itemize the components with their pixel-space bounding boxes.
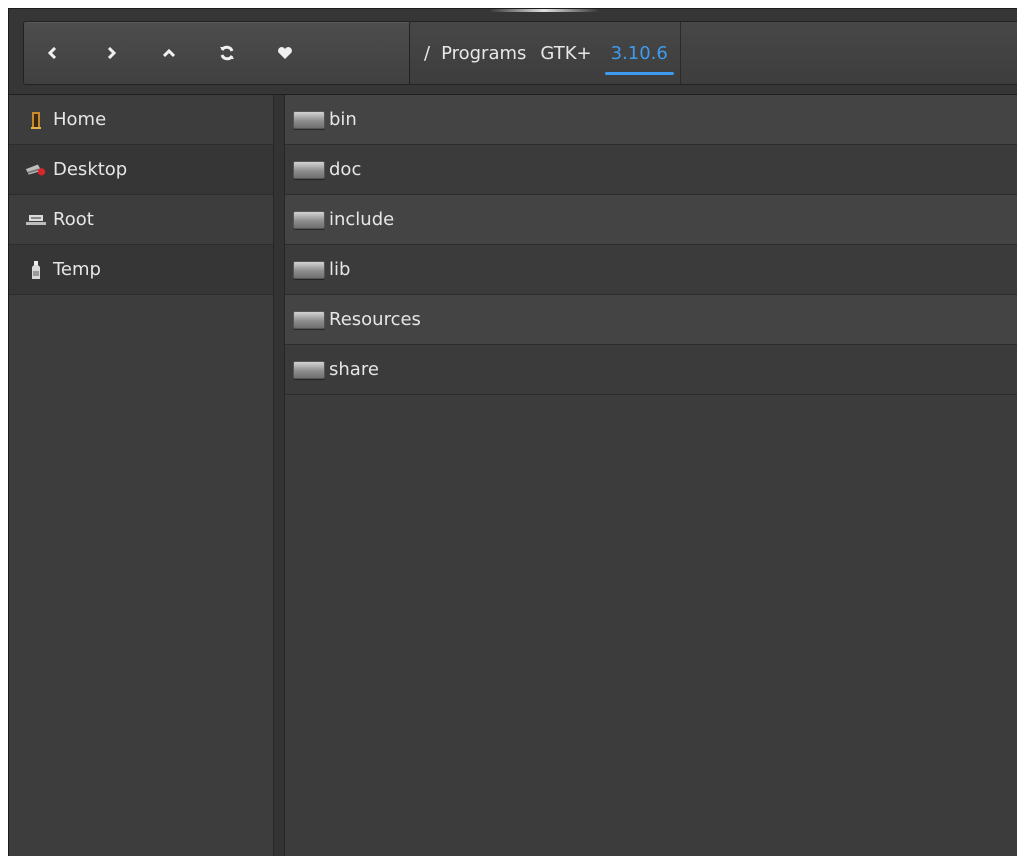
list-item[interactable]: doc (285, 145, 1017, 195)
breadcrumb-root[interactable]: / (410, 22, 434, 84)
file-name: bin (329, 109, 357, 130)
temp-bottle-icon (25, 259, 47, 281)
forward-button[interactable] (82, 22, 140, 84)
heart-icon (278, 47, 292, 59)
sidebar-item-root[interactable]: Root (9, 195, 273, 245)
window-glint (489, 9, 599, 12)
file-name: lib (329, 259, 351, 280)
refresh-button[interactable] (198, 22, 256, 84)
refresh-icon (220, 45, 234, 61)
breadcrumb-current-version[interactable]: 3.10.6 (599, 22, 681, 84)
list-item[interactable]: include (285, 195, 1017, 245)
list-item[interactable]: bin (285, 95, 1017, 145)
sidebar-item-label: Desktop (53, 159, 128, 180)
file-name: include (329, 209, 395, 230)
folder-icon (293, 160, 325, 179)
folder-icon (293, 360, 325, 379)
folder-icon (293, 110, 325, 129)
list-item[interactable]: share (285, 345, 1017, 395)
back-button[interactable] (24, 22, 82, 84)
sidebar-item-label: Temp (53, 259, 101, 280)
chevron-up-icon (163, 48, 175, 58)
home-icon (25, 109, 47, 131)
file-manager-window: / Programs GTK+ 3.10.6 Home Desktop Root (8, 8, 1017, 856)
toolbar: / Programs GTK+ 3.10.6 (9, 9, 1017, 95)
navigation-button-group (23, 21, 411, 85)
pane-divider[interactable] (274, 95, 285, 856)
folder-icon (293, 210, 325, 229)
list-item[interactable]: lib (285, 245, 1017, 295)
favorite-button[interactable] (256, 22, 314, 84)
sidebar-item-desktop[interactable]: Desktop (9, 145, 273, 195)
path-bar: / Programs GTK+ 3.10.6 (409, 21, 1017, 85)
up-button[interactable] (140, 22, 198, 84)
sidebar-item-label: Root (53, 209, 94, 230)
file-name: doc (329, 159, 362, 180)
file-list: bin doc include lib Resources share (285, 95, 1017, 856)
chevron-left-icon (48, 47, 57, 59)
folder-icon (293, 260, 325, 279)
folder-icon (293, 310, 325, 329)
root-drive-icon (25, 209, 47, 231)
sidebar-item-home[interactable]: Home (9, 95, 273, 145)
desktop-icon (25, 159, 47, 181)
sidebar-item-temp[interactable]: Temp (9, 245, 273, 295)
breadcrumb-programs[interactable]: Programs (434, 22, 533, 84)
breadcrumb-gtk[interactable]: GTK+ (533, 22, 598, 84)
sidebar-item-label: Home (53, 109, 107, 130)
places-sidebar: Home Desktop Root Temp (9, 95, 274, 856)
file-name: Resources (329, 309, 421, 330)
chevron-right-icon (107, 47, 116, 59)
file-name: share (329, 359, 379, 380)
list-item[interactable]: Resources (285, 295, 1017, 345)
